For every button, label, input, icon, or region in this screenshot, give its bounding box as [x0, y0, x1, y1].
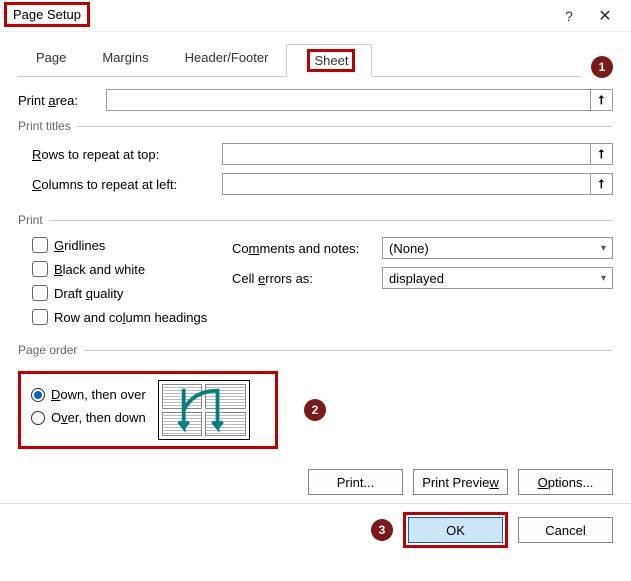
checkbox-icon: [32, 237, 48, 253]
tab-header-footer[interactable]: Header/Footer: [167, 44, 287, 76]
tab-page[interactable]: Page: [18, 44, 84, 76]
ok-highlight: OK: [403, 512, 508, 548]
annotation-badge-3: 3: [371, 519, 393, 541]
tab-sheet-label: Sheet: [307, 49, 355, 72]
print-group: Print Gridlines Black and white Draft qu…: [18, 213, 613, 333]
cell-errors-dropdown[interactable]: displayed ▾: [382, 267, 613, 289]
down-then-over-label: Down, then over: [51, 387, 146, 402]
over-then-down-label: Over, then down: [51, 410, 146, 425]
titlebar: Page Setup ? ✕: [0, 0, 631, 32]
tab-bar: Page Margins Header/Footer Sheet: [18, 44, 581, 77]
print-legend: Print: [18, 213, 49, 227]
row-col-headings-label: Row and column headings: [54, 310, 207, 325]
chevron-down-icon: ▾: [601, 273, 606, 284]
print-button[interactable]: Print...: [308, 469, 403, 495]
close-button[interactable]: ✕: [587, 2, 623, 30]
radio-icon: [31, 388, 45, 402]
print-area-input[interactable]: [106, 89, 591, 111]
radio-icon: [31, 411, 45, 425]
print-preview-button[interactable]: Print Preview: [413, 469, 508, 495]
comments-dropdown[interactable]: (None) ▾: [382, 237, 613, 259]
black-white-checkbox[interactable]: Black and white: [32, 261, 232, 277]
arrow-icon: [159, 381, 249, 439]
print-area-label: Print area:: [18, 93, 106, 108]
page-order-diagram: [158, 380, 250, 440]
over-then-down-radio[interactable]: Over, then down: [31, 410, 146, 425]
black-white-label: Black and white: [54, 262, 145, 277]
chevron-down-icon: ▾: [601, 243, 606, 254]
ok-button[interactable]: OK: [408, 517, 503, 543]
options-button[interactable]: Options...: [518, 469, 613, 495]
rows-repeat-label: Rows to repeat at top:: [32, 147, 222, 162]
cols-repeat-label: Columns to repeat at left:: [32, 177, 222, 192]
rows-repeat-ref-button[interactable]: ⭡: [591, 143, 613, 165]
dialog-title: Page Setup: [4, 2, 90, 27]
checkbox-icon: [32, 285, 48, 301]
cols-repeat-input[interactable]: [222, 173, 591, 195]
page-order-group: Page order Down, then over Over, then do…: [18, 343, 613, 449]
dialog-footer: 3 OK Cancel: [0, 503, 631, 560]
tab-sheet[interactable]: Sheet: [286, 44, 372, 77]
draft-quality-checkbox[interactable]: Draft quality: [32, 285, 232, 301]
annotation-badge-2: 2: [304, 399, 326, 421]
action-buttons-row: Print... Print Preview Options...: [18, 459, 613, 503]
page-order-highlight: Down, then over Over, then down: [18, 371, 278, 449]
comments-label: Comments and notes:: [232, 241, 382, 256]
print-area-ref-button[interactable]: ⭡: [591, 89, 613, 111]
checkbox-icon: [32, 261, 48, 277]
page-setup-dialog: Page Setup ? ✕ Page Margins Header/Foote…: [0, 0, 631, 581]
draft-quality-label: Draft quality: [54, 286, 123, 301]
print-titles-legend: Print titles: [18, 119, 77, 133]
cell-errors-value: displayed: [389, 271, 444, 286]
page-order-legend: Page order: [18, 343, 83, 357]
gridlines-checkbox[interactable]: Gridlines: [32, 237, 232, 253]
print-titles-group: Print titles Rows to repeat at top: ⭡ Co…: [18, 119, 613, 203]
help-button[interactable]: ?: [551, 2, 587, 30]
cell-errors-label: Cell errors as:: [232, 271, 382, 286]
cancel-button[interactable]: Cancel: [518, 517, 613, 543]
cols-repeat-ref-button[interactable]: ⭡: [591, 173, 613, 195]
comments-value: (None): [389, 241, 429, 256]
tab-margins[interactable]: Margins: [84, 44, 166, 76]
gridlines-label: Gridlines: [54, 238, 105, 253]
rows-repeat-input[interactable]: [222, 143, 591, 165]
annotation-badge-1: 1: [591, 56, 613, 78]
checkbox-icon: [32, 309, 48, 325]
down-then-over-radio[interactable]: Down, then over: [31, 387, 146, 402]
